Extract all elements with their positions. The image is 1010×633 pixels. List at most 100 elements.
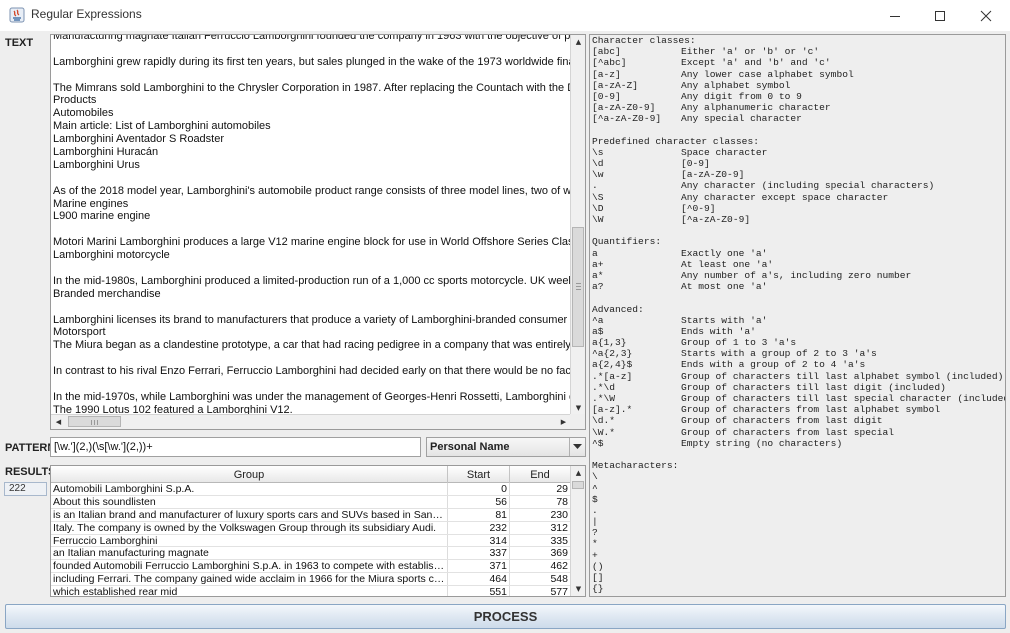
table-row[interactable]: which established rear mid 551 577 [51, 586, 571, 596]
text-line: Lamborghini Huracán [53, 146, 159, 159]
text-line: Marine engines [53, 197, 129, 210]
reference-heading: \ [592, 471, 1005, 482]
text-hscroll-thumb[interactable] [68, 416, 121, 427]
reference-description: Group of characters till last alphabet s… [681, 370, 1004, 382]
scroll-right-arrow-icon[interactable]: ▶ [556, 415, 571, 429]
maximize-button[interactable] [917, 0, 963, 31]
cell-end: 335 [510, 534, 571, 547]
reference-entry: [a-zA-Z0-9] Any alphanumeric character [592, 102, 1005, 113]
cell-end: 230 [510, 508, 571, 521]
process-button[interactable]: PROCESS [5, 604, 1006, 629]
scroll-up-arrow-icon[interactable]: ▲ [571, 35, 585, 49]
chevron-down-icon[interactable] [569, 438, 585, 456]
table-row[interactable]: is an Italian brand and manufacturer of … [51, 508, 571, 522]
text-scroll-pane: Manufacturing magnate Italian Ferruccio … [50, 34, 586, 430]
reference-description: Starts with a group of 2 to 3 'a's [681, 348, 877, 360]
reference-entry: [abc] Either 'a' or 'b' or 'c' [592, 46, 1005, 58]
reference-heading-text: () [592, 560, 604, 572]
results-scroll-up-arrow-icon[interactable]: ▲ [571, 466, 585, 480]
scroll-down-arrow-icon[interactable]: ▼ [571, 401, 585, 415]
close-button[interactable] [963, 0, 1009, 31]
reference-heading: () [592, 560, 1005, 572]
reference-description: Empty string (no characters) [681, 437, 843, 449]
title-bar: Regular Expressions [0, 0, 1010, 31]
cell-end: 29 [510, 483, 571, 495]
text-line: Products [53, 94, 97, 107]
reference-description: Either 'a' or 'b' or 'c' [681, 46, 820, 58]
reference-heading: [] [592, 572, 1005, 583]
reference-heading: + [592, 550, 1005, 561]
reference-description: [^0-9] [681, 202, 716, 214]
table-row[interactable]: Ferruccio Lamborghini 314 335 [51, 534, 571, 548]
reference-heading [592, 225, 1005, 236]
reference-entry: a{2,4}$ Ends with a group of 2 to 4 'a's [592, 359, 1005, 371]
reference-heading-text: Quantifiers: [592, 236, 662, 248]
cell-group: Automobili Lamborghini S.p.A. [51, 483, 448, 495]
reference-heading: Metacharacters: [592, 460, 1005, 472]
java-app-icon [9, 7, 25, 23]
minimize-icon [890, 15, 900, 17]
reference-entry: [a-z].* Group of characters from last alp… [592, 404, 1005, 415]
results-scroll-down-arrow-icon[interactable]: ▼ [571, 582, 585, 596]
reference-heading: | [592, 516, 1005, 527]
reference-heading-text: ? [592, 527, 598, 539]
text-horizontal-scrollbar[interactable]: ◀ ▶ [51, 414, 571, 429]
minimize-button[interactable] [872, 0, 918, 31]
table-row[interactable]: founded Automobili Ferruccio Lamborghini… [51, 560, 571, 574]
pattern-type-dropdown[interactable]: Personal Name [426, 437, 586, 457]
scroll-left-arrow-icon[interactable]: ◀ [51, 415, 66, 429]
cell-group: founded Automobili Ferruccio Lamborghini… [53, 560, 448, 573]
text-area[interactable]: Manufacturing magnate Italian Ferruccio … [51, 35, 571, 415]
results-vscroll-thumb[interactable] [572, 481, 584, 489]
reference-heading-text: Metacharacters: [592, 460, 679, 472]
results-vertical-scrollbar[interactable]: ▲ ▼ [570, 466, 585, 596]
table-row[interactable]: an Italian manufacturing magnate 337 369 [51, 547, 571, 561]
reference-token: \W.* [592, 426, 616, 438]
reference-token: a{1,3} [592, 337, 627, 349]
results-table-header: Group Start End [51, 466, 571, 483]
cell-end: 78 [510, 495, 571, 508]
results-count-field: 222 [4, 482, 47, 496]
pattern-type-selected: Personal Name [430, 441, 510, 453]
reference-heading-text: Character classes: [592, 35, 696, 46]
cell-start: 551 [448, 586, 510, 596]
reference-entry: .*\W Group of characters till last specia… [592, 393, 1005, 404]
reference-entry: [a-zA-Z] Any alphabet symbol [592, 80, 1005, 91]
column-header-start[interactable]: Start [448, 466, 510, 483]
reference-heading: {} [592, 583, 1005, 594]
cell-start: 314 [448, 534, 510, 547]
text-line: In the mid-1980s, Lamborghini produced a… [53, 274, 571, 287]
reference-token: \d.* [592, 415, 616, 427]
window-title: Regular Expressions [31, 7, 142, 21]
table-row[interactable]: Automobili Lamborghini S.p.A. 0 29 [51, 483, 571, 496]
reference-token: a{2,4}$ [592, 359, 633, 371]
table-row[interactable]: Italy. The company is owned by the Volks… [51, 521, 571, 535]
reference-entry: a$ Ends with 'a' [592, 326, 1005, 337]
table-row[interactable]: including Ferrari. The company gained wi… [51, 573, 571, 587]
reference-token: a* [592, 269, 604, 281]
reference-token: a [592, 247, 598, 259]
text-vertical-scrollbar[interactable]: ▲ ▼ [570, 35, 585, 415]
reference-entry: a* Any number of a's, including zero numb… [592, 269, 1005, 281]
text-line: Branded merchandise [53, 287, 161, 300]
reference-heading: Character classes: [592, 35, 1005, 46]
reference-token: ^a{2,3} [592, 348, 633, 360]
reference-entry: \W.* Group of characters from last specia… [592, 426, 1005, 438]
reference-token: [a-z] [592, 68, 621, 80]
text-vscroll-thumb[interactable] [572, 227, 584, 347]
reference-description: Group of characters till last digit (inc… [681, 381, 946, 393]
column-header-group[interactable]: Group [51, 466, 448, 483]
reference-description: Any character (including special charact… [681, 180, 935, 192]
reference-heading [592, 449, 1005, 460]
reference-entry: \s Space character [592, 147, 1005, 158]
table-row[interactable]: About this soundlisten 56 78 [51, 495, 571, 509]
reference-entry: \w [a-zA-Z0-9] [592, 169, 1005, 180]
reference-token: [^a-zA-Z0-9] [592, 113, 662, 125]
reference-token: [0-9] [592, 90, 621, 102]
column-header-end[interactable]: End [510, 466, 571, 483]
pattern-input[interactable]: [\w.'](2,)(\s[\w.'](2,))+ [50, 437, 421, 457]
reference-heading-text: Advanced: [592, 303, 644, 315]
results-table: Group Start End Automobili Lamborghini S… [50, 465, 586, 597]
reference-entry: \d.* Group of characters from last digit [592, 415, 1005, 427]
reference-entry: ^a Starts with 'a' [592, 315, 1005, 326]
